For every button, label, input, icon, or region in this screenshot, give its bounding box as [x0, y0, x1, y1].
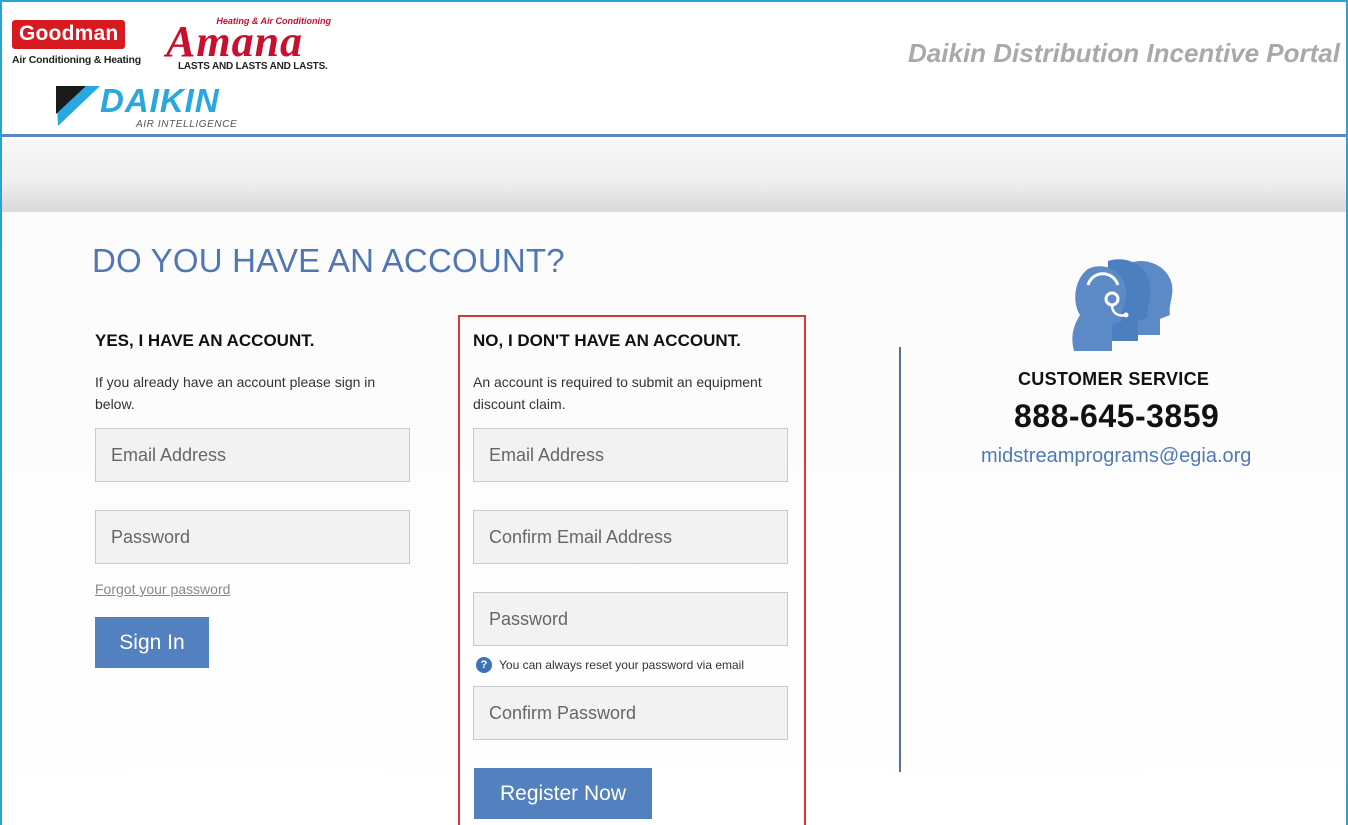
- header-band: [2, 140, 1346, 212]
- amana-logo-tagline: LASTS AND LASTS AND LASTS.: [178, 61, 328, 72]
- forgot-password-link[interactable]: Forgot your password: [95, 581, 230, 597]
- daikin-logo: DAIKIN AIR INTELLIGENCE: [56, 84, 276, 136]
- signin-heading: YES, I HAVE AN ACCOUNT.: [95, 331, 315, 350]
- signin-password-input[interactable]: [95, 510, 410, 564]
- register-description: An account is required to submit an equi…: [473, 374, 762, 412]
- register-now-button[interactable]: Register Now: [474, 768, 652, 819]
- register-email-input[interactable]: [473, 428, 788, 482]
- register-confirm-password-input[interactable]: [473, 686, 788, 740]
- daikin-logo-name: DAIKIN: [100, 82, 220, 119]
- page-frame: Goodman Air Conditioning & Heating Heati…: [0, 0, 1348, 825]
- amana-logo: Heating & Air Conditioning Amana LASTS A…: [166, 16, 341, 72]
- daikin-logo-tagline: AIR INTELLIGENCE: [136, 119, 238, 130]
- goodman-logo-name: Goodman: [12, 20, 126, 49]
- signin-description: If you already have an account please si…: [95, 374, 376, 412]
- amana-logo-name: Amana: [166, 17, 304, 66]
- page-title: DO YOU HAVE AN ACCOUNT?: [92, 242, 565, 279]
- portal-title: Daikin Distribution Incentive Portal: [908, 38, 1340, 68]
- goodman-logo-tagline: Air Conditioning & Heating: [12, 54, 141, 66]
- password-hint-text: You can always reset your password via e…: [499, 658, 745, 672]
- register-confirm-email-input[interactable]: [473, 510, 788, 564]
- vertical-divider: [899, 347, 901, 772]
- customer-service-label: CUSTOMER SERVICE: [1018, 369, 1210, 389]
- goodman-logo: Goodman Air Conditioning & Heating: [12, 20, 157, 66]
- register-password-input[interactable]: [473, 592, 788, 646]
- register-heading: NO, I DON'T HAVE AN ACCOUNT.: [473, 331, 741, 350]
- password-hint: ? You can always reset your password via…: [476, 657, 744, 673]
- customer-service-email-link[interactable]: midstreamprograms@egia.org: [981, 445, 1251, 468]
- signin-email-input[interactable]: [95, 428, 410, 482]
- daikin-logo-mark-icon: [56, 86, 100, 126]
- customer-service-phone: 888-645-3859: [1014, 398, 1220, 434]
- question-circle-icon: ?: [476, 657, 492, 673]
- sign-in-button[interactable]: Sign In: [95, 617, 209, 668]
- headset-agents-icon: [1072, 259, 1173, 351]
- site-header: Goodman Air Conditioning & Heating Heati…: [2, 2, 1346, 137]
